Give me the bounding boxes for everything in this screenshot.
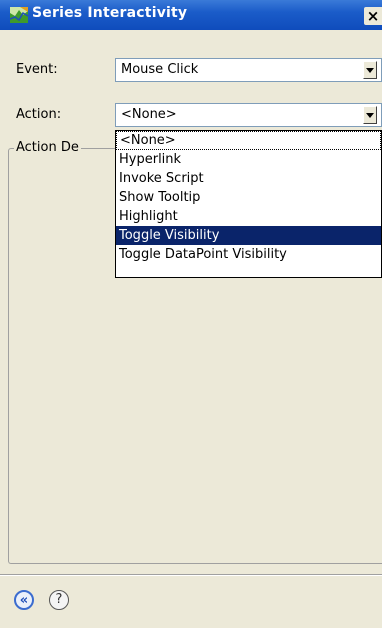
action-dropdown-button[interactable] <box>363 106 377 124</box>
back-arrows-icon[interactable]: « <box>14 590 34 610</box>
action-select-value: <None> <box>121 107 177 122</box>
window-title: Series Interactivity <box>32 5 188 21</box>
series-interactivity-dialog: Series Interactivity × Event: Mouse Clic… <box>0 0 382 628</box>
event-label: Event: <box>16 62 58 77</box>
dropdown-option-hyperlink[interactable]: Hyperlink <box>116 150 381 169</box>
action-select[interactable]: <None> <box>115 103 382 127</box>
event-select[interactable]: Mouse Click <box>115 58 382 82</box>
chevron-down-icon <box>366 68 374 73</box>
event-dropdown-button[interactable] <box>363 61 377 79</box>
chart-app-icon <box>9 7 29 23</box>
chevron-down-icon <box>366 113 374 118</box>
dropdown-option-show-tooltip[interactable]: Show Tooltip <box>116 188 381 207</box>
dropdown-option-none[interactable]: <None> <box>116 131 381 150</box>
dropdown-option-toggle-datapoint-visibility[interactable]: Toggle DataPoint Visibility <box>116 245 381 264</box>
action-details-label: Action De <box>14 140 81 155</box>
dropdown-option-invoke-script[interactable]: Invoke Script <box>116 169 381 188</box>
dropdown-option-toggle-visibility[interactable]: Toggle Visibility <box>116 226 381 245</box>
dropdown-option-highlight[interactable]: Highlight <box>116 207 381 226</box>
action-label: Action: <box>16 107 62 122</box>
title-bar[interactable]: Series Interactivity × <box>0 0 382 30</box>
help-icon[interactable]: ? <box>49 590 69 610</box>
footer-separator <box>0 574 382 576</box>
close-icon[interactable]: × <box>364 7 382 25</box>
action-dropdown-list: <None> Hyperlink Invoke Script Show Tool… <box>115 130 382 278</box>
event-select-value: Mouse Click <box>121 62 199 77</box>
